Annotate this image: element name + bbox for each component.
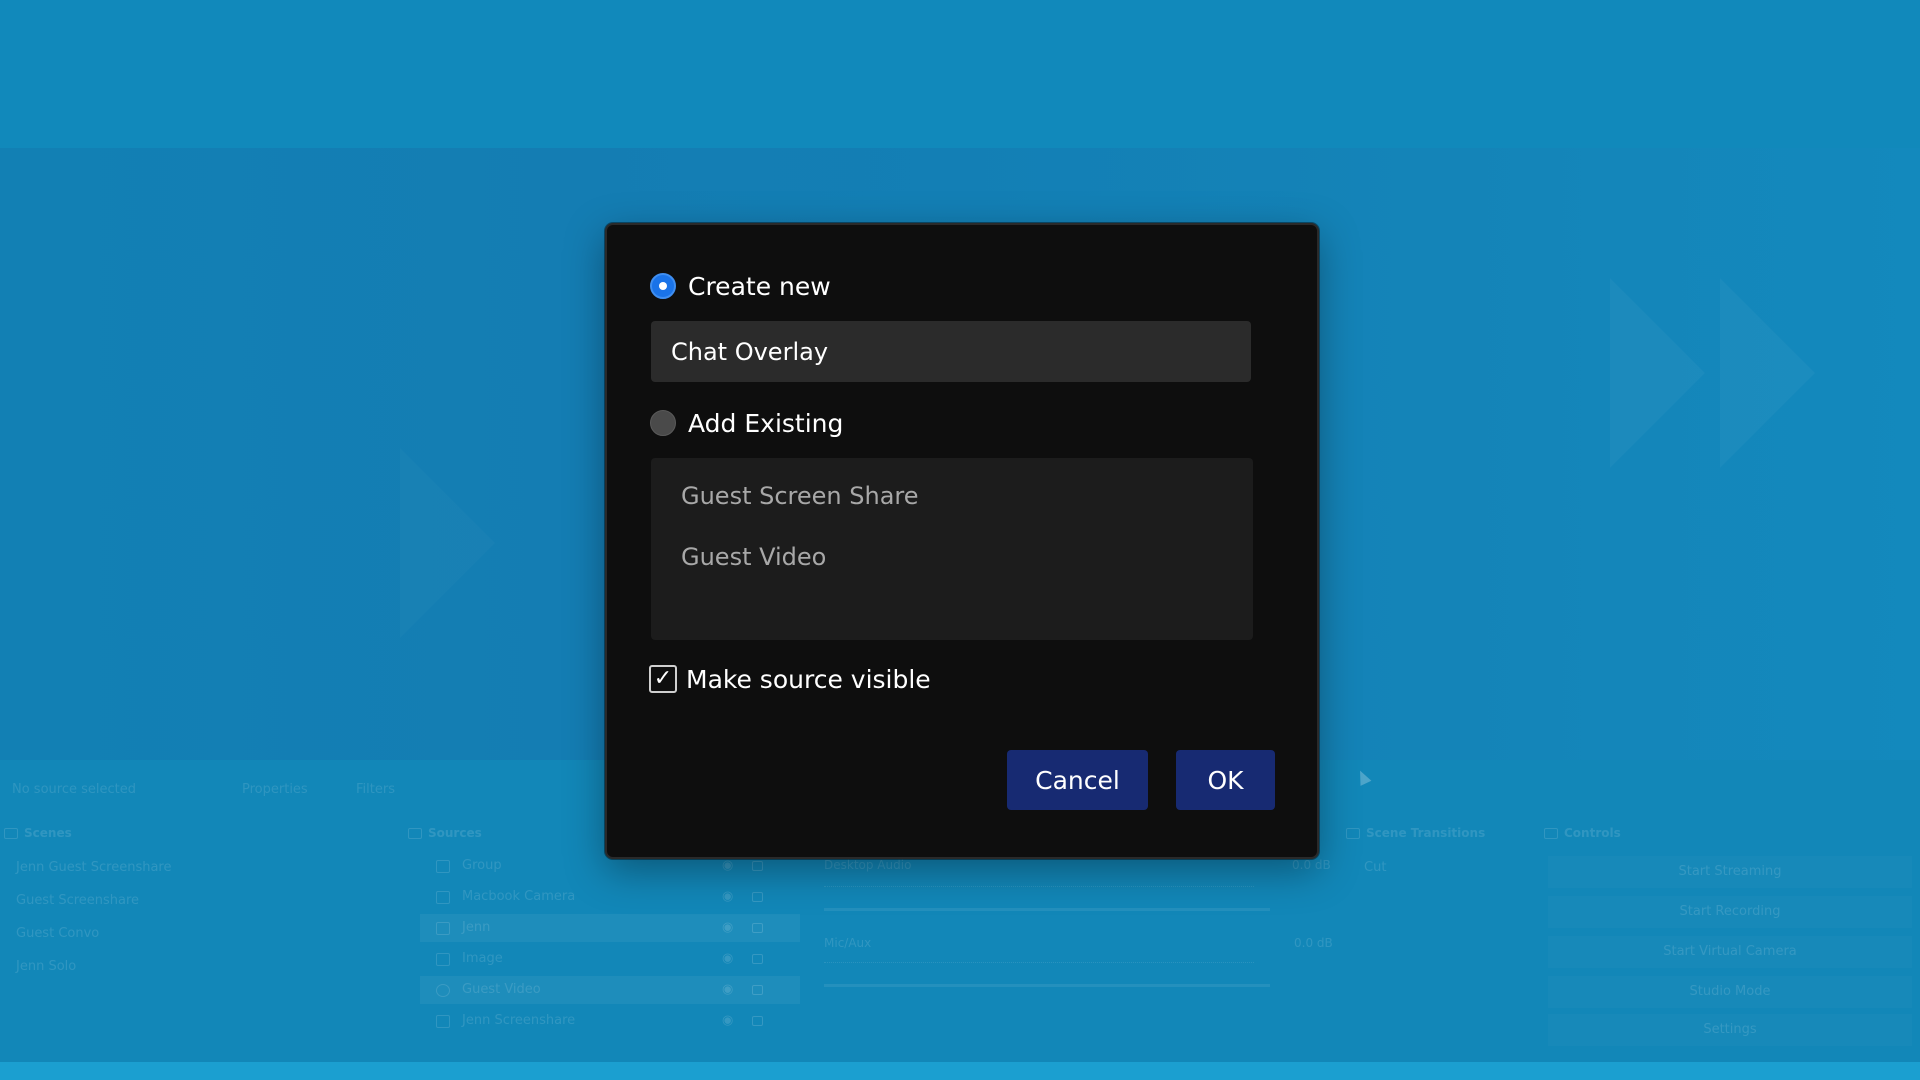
controls-icon <box>1544 828 1558 839</box>
mixer-scale <box>824 962 1254 973</box>
properties-button[interactable]: Properties <box>242 782 308 797</box>
source-name: Guest Video <box>462 982 541 997</box>
settings-button[interactable]: Settings <box>1548 1014 1912 1046</box>
source-name: Jenn <box>462 920 491 935</box>
lock-icon[interactable] <box>752 892 763 902</box>
volume-slider[interactable] <box>824 908 1270 911</box>
eye-icon[interactable]: ◉ <box>722 1013 733 1028</box>
source-name: Macbook Camera <box>462 889 576 904</box>
transition-select[interactable]: Cut <box>1364 860 1386 875</box>
radio-selected-icon[interactable] <box>650 273 676 299</box>
mixer-scale <box>824 886 1254 897</box>
folder-icon <box>436 860 450 873</box>
studio-mode-button[interactable]: Studio Mode <box>1548 976 1912 1008</box>
lock-icon[interactable] <box>752 861 763 871</box>
image-icon <box>436 953 450 966</box>
selection-status: No source selected <box>12 782 136 797</box>
lock-icon[interactable] <box>752 923 763 933</box>
cancel-button[interactable]: Cancel <box>1007 750 1148 810</box>
scene-item[interactable]: Jenn Solo <box>16 959 76 974</box>
scenes-icon <box>4 828 18 839</box>
start-recording-button[interactable]: Start Recording <box>1548 896 1912 928</box>
bottom-strip <box>0 1062 1920 1080</box>
lock-icon[interactable] <box>752 1016 763 1026</box>
scenes-dock-title: Scenes <box>4 826 72 840</box>
add-existing-label: Add Existing <box>688 408 844 438</box>
app-window: No source selected Properties Filters Sc… <box>0 0 1920 1080</box>
camera-icon <box>436 922 450 935</box>
source-row[interactable]: Macbook Camera ◉ <box>420 883 800 911</box>
mixer-channel-level: 0.0 dB <box>1292 858 1331 872</box>
source-name: Image <box>462 951 503 966</box>
make-visible-option[interactable]: ✓ Make source visible <box>649 662 931 696</box>
eye-icon[interactable]: ◉ <box>722 951 733 966</box>
radio-unselected-icon[interactable] <box>650 410 676 436</box>
start-virtual-camera-button[interactable]: Start Virtual Camera <box>1548 936 1912 968</box>
lock-icon[interactable] <box>752 954 763 964</box>
start-streaming-button[interactable]: Start Streaming <box>1548 856 1912 888</box>
existing-sources-list[interactable]: Guest Screen Share Guest Video <box>651 458 1253 640</box>
create-new-label: Create new <box>688 271 831 301</box>
eye-icon[interactable]: ◉ <box>722 858 733 873</box>
sources-icon <box>408 828 422 839</box>
mixer-channel-level: 0.0 dB <box>1294 936 1333 950</box>
scene-item[interactable]: Guest Convo <box>16 926 99 941</box>
add-existing-option[interactable]: Add Existing <box>650 407 843 439</box>
eye-icon[interactable]: ◉ <box>722 889 733 904</box>
eye-icon[interactable]: ◉ <box>722 982 733 997</box>
source-row[interactable]: Guest Video ◉ <box>420 976 800 1004</box>
preview-chevron-shape <box>400 448 495 638</box>
eye-icon[interactable]: ◉ <box>722 920 733 935</box>
controls-dock-title: Controls <box>1544 826 1621 840</box>
sources-dock-title: Sources <box>408 826 482 840</box>
ok-button[interactable]: OK <box>1176 750 1275 810</box>
list-item[interactable]: Guest Screen Share <box>651 472 1253 520</box>
camera-icon <box>436 891 450 904</box>
preview-chevron-shape <box>1610 278 1705 468</box>
create-new-option[interactable]: Create new <box>650 270 831 302</box>
check-mark-icon[interactable]: ✓ <box>649 665 677 693</box>
source-name: Jenn Screenshare <box>462 1013 576 1028</box>
display-icon <box>436 1015 450 1028</box>
make-visible-label: Make source visible <box>686 664 931 694</box>
transitions-dock-title: Scene Transitions <box>1346 826 1485 840</box>
browser-icon <box>436 984 450 997</box>
source-name: Group <box>462 858 502 873</box>
volume-slider[interactable] <box>824 984 1270 987</box>
mixer-channel-name: Mic/Aux <box>824 936 872 950</box>
lock-icon[interactable] <box>752 985 763 995</box>
mixer-channel-name: Desktop Audio <box>824 858 912 872</box>
source-name-input[interactable] <box>651 321 1251 382</box>
preview-chevron-shape <box>1720 278 1815 468</box>
source-row[interactable]: Jenn ◉ <box>420 914 800 942</box>
add-source-dialog: Create new Add Existing Guest Screen Sha… <box>605 223 1319 859</box>
filters-button[interactable]: Filters <box>356 782 395 797</box>
top-band <box>0 0 1920 148</box>
scene-item[interactable]: Jenn Guest Screenshare <box>16 860 172 875</box>
transitions-icon <box>1346 828 1360 839</box>
source-row[interactable]: Image ◉ <box>420 945 800 973</box>
list-item[interactable]: Guest Video <box>651 533 1253 581</box>
scene-item[interactable]: Guest Screenshare <box>16 893 139 908</box>
source-row[interactable]: Jenn Screenshare ◉ <box>420 1007 800 1035</box>
